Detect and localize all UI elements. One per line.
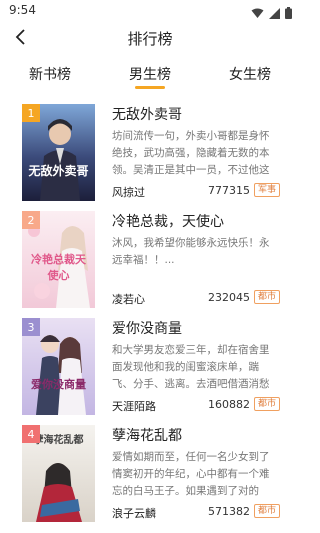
book-popularity: 777315 bbox=[208, 184, 250, 197]
book-popularity: 571382 bbox=[208, 505, 250, 518]
header: 排行榜 bbox=[0, 22, 300, 56]
rank-badge: 2 bbox=[22, 211, 40, 229]
cover-title: 冷艳总裁天使心 bbox=[31, 253, 86, 282]
book-cover: 2 冷艳总裁天使心 bbox=[22, 211, 95, 308]
rank-badge: 1 bbox=[22, 104, 40, 122]
book-description: 坊间流传一句，外卖小哥都是身怀绝技，武功高强，隐藏着无数的本领。吴清正是其中一员… bbox=[112, 130, 270, 176]
tab-new-books[interactable]: 新书榜 bbox=[10, 64, 90, 84]
book-item[interactable]: 4 孽海花乱都 孽海花乱都 爱情如期而至，任何一名少女到了情窦初开的年纪，心中都… bbox=[0, 417, 300, 522]
book-author: 凌若心 bbox=[112, 293, 145, 306]
book-category-tag: 军事 bbox=[254, 183, 281, 197]
cover-title: 爱你没商量 bbox=[31, 378, 86, 391]
book-category-tag: 都市 bbox=[254, 290, 281, 304]
book-description: 爱情如期而至，任何一名少女到了情窦初开的年纪，心中都有一个难忘的白马王子。如果遇… bbox=[112, 451, 270, 497]
rank-badge: 3 bbox=[22, 318, 40, 336]
book-item[interactable]: 3 爱你没商量 爱你没商量 和大学男友恋爱三年，却在宿舍里面发现他和我的闺蜜滚床… bbox=[0, 310, 300, 415]
book-item[interactable]: 2 冷艳总裁天使心 冷艳总裁，天使心 沐风，我希望你能够永远快乐！永远幸福！！.… bbox=[0, 203, 300, 308]
book-item[interactable]: 1 无敌外卖哥 无敌外卖哥 坊间流传一句，外卖小哥都是身怀绝技，武功高强，隐藏着… bbox=[0, 96, 300, 201]
cover-title: 无敌外卖哥 bbox=[28, 164, 89, 178]
status-icons bbox=[251, 4, 292, 23]
book-description: 沐风，我希望你能够永远快乐！永远幸福！！... bbox=[112, 237, 270, 266]
signal-icon bbox=[269, 4, 280, 23]
book-cover: 1 无敌外卖哥 bbox=[22, 104, 95, 201]
book-popularity: 232045 bbox=[208, 291, 250, 304]
status-bar: 9:54 bbox=[0, 0, 300, 22]
book-cover: 3 爱你没商量 bbox=[22, 318, 95, 415]
wifi-icon bbox=[251, 4, 264, 23]
active-tab-indicator bbox=[135, 86, 165, 89]
rank-badge: 4 bbox=[22, 425, 40, 443]
tab-female[interactable]: 女生榜 bbox=[210, 64, 290, 84]
book-title: 无敌外卖哥 bbox=[112, 107, 182, 123]
book-author: 风掠过 bbox=[112, 186, 145, 199]
book-category-tag: 都市 bbox=[254, 397, 281, 411]
book-title: 孽海花乱都 bbox=[112, 428, 182, 444]
book-author: 浪子云麟 bbox=[112, 507, 156, 520]
book-author: 天涯陌路 bbox=[112, 400, 156, 413]
book-popularity: 160882 bbox=[208, 398, 250, 411]
book-description: 和大学男友恋爱三年，却在宿舍里面发现他和我的闺蜜滚床单，踹飞、分手、逃离。去酒吧… bbox=[112, 344, 270, 390]
page-title: 排行榜 bbox=[127, 30, 173, 48]
status-time: 9:54 bbox=[9, 3, 36, 17]
book-title: 爱你没商量 bbox=[112, 321, 182, 337]
tab-male[interactable]: 男生榜 bbox=[110, 64, 190, 84]
book-cover: 4 孽海花乱都 bbox=[22, 425, 95, 522]
book-title: 冷艳总裁，天使心 bbox=[112, 214, 224, 230]
book-category-tag: 都市 bbox=[254, 504, 281, 518]
battery-icon bbox=[285, 4, 292, 23]
ranking-tabs: 新书榜 男生榜 女生榜 bbox=[0, 58, 300, 94]
